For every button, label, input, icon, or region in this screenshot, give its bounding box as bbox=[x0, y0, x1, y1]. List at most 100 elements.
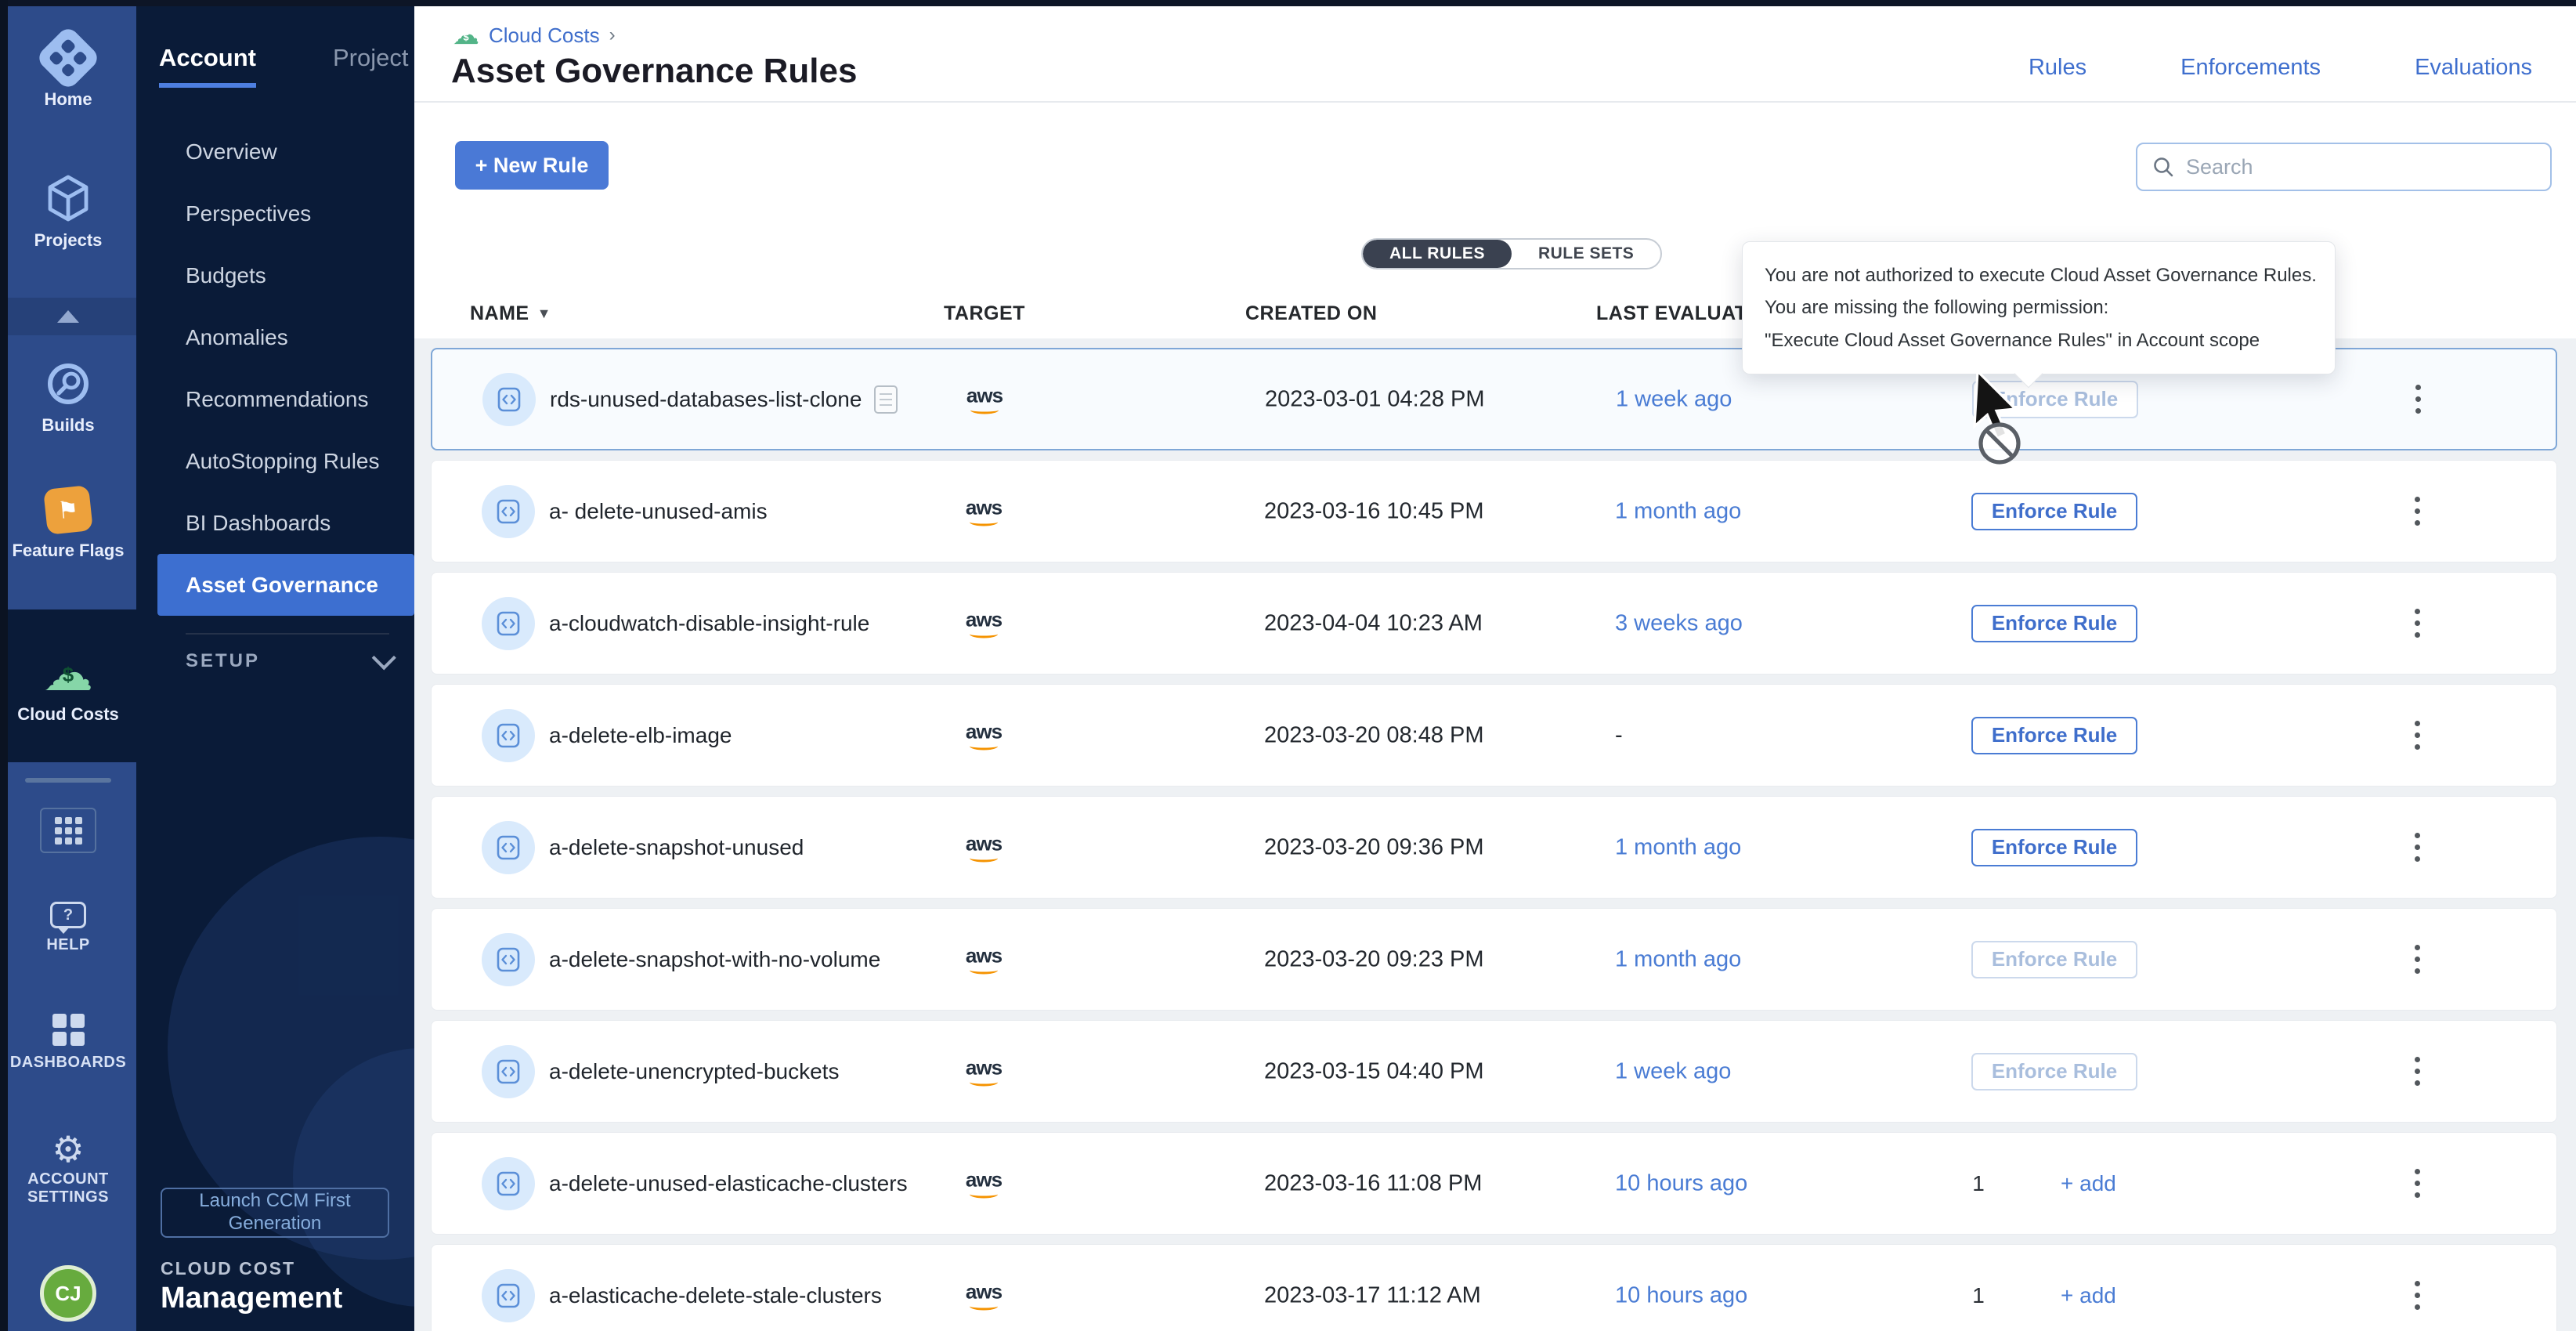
copy-icon[interactable] bbox=[874, 385, 898, 414]
rule-name: a-delete-unencrypted-buckets bbox=[549, 1059, 839, 1084]
tab-account[interactable]: Account bbox=[159, 44, 256, 88]
column-header-created-on: CREATED ON bbox=[1245, 302, 1377, 325]
rule-icon bbox=[482, 933, 535, 986]
header-link-enforcements[interactable]: Enforcements bbox=[2180, 55, 2321, 81]
header-link-evaluations[interactable]: Evaluations bbox=[2415, 55, 2532, 81]
tab-project[interactable]: Project bbox=[333, 44, 408, 88]
cloud-costs-icon: ☁$ bbox=[43, 648, 93, 698]
rule-name-cell: a-delete-unencrypted-buckets bbox=[549, 1059, 839, 1084]
rule-target: aws bbox=[945, 1281, 1023, 1310]
rule-icon bbox=[482, 597, 535, 650]
row-menu-button[interactable] bbox=[2405, 1160, 2429, 1207]
rail-item-account-settings[interactable]: ⚙ ACCOUNT SETTINGS bbox=[0, 1131, 136, 1206]
row-menu-button[interactable] bbox=[2406, 376, 2430, 423]
rule-target: aws bbox=[945, 1169, 1023, 1198]
rail-item-dashboards[interactable]: DASHBOARDS bbox=[0, 1014, 136, 1072]
tab-rule-sets[interactable]: RULE SETS bbox=[1512, 240, 1660, 268]
table-row[interactable]: a-delete-snapshot-unused aws 2023-03-20 … bbox=[431, 796, 2557, 899]
rule-target: aws bbox=[945, 1057, 1023, 1086]
add-enforcement-link[interactable]: + add bbox=[2061, 1283, 2116, 1308]
cube-icon bbox=[45, 174, 91, 222]
nav-item-perspectives[interactable]: Perspectives bbox=[136, 183, 414, 244]
row-menu-button[interactable] bbox=[2405, 936, 2429, 983]
table-row[interactable]: a-delete-unused-elasticache-clusters aws… bbox=[431, 1132, 2557, 1235]
table-row[interactable]: a-elasticache-delete-stale-clusters aws … bbox=[431, 1244, 2557, 1331]
enforce-rule-button[interactable]: Enforce Rule bbox=[1971, 1053, 2137, 1090]
brand-cloud-cost: CLOUD COST bbox=[161, 1258, 295, 1279]
aws-smile-icon bbox=[970, 630, 998, 638]
nav-item-recommendations[interactable]: Recommendations bbox=[136, 368, 414, 430]
aws-smile-icon bbox=[970, 1078, 998, 1086]
table-row[interactable]: a-cloudwatch-disable-insight-rule aws 20… bbox=[431, 572, 2557, 675]
enforce-rule-button[interactable]: Enforce Rule bbox=[1971, 605, 2137, 642]
enforcement-count: 1 bbox=[1943, 1171, 2014, 1196]
enforce-rule-button[interactable]: Enforce Rule bbox=[1971, 941, 2137, 978]
last-evaluation: 1 month ago bbox=[1615, 946, 1741, 972]
aws-logo: aws bbox=[966, 1169, 1002, 1189]
row-menu-button[interactable] bbox=[2405, 488, 2429, 535]
header-link-rules[interactable]: Rules bbox=[2029, 55, 2086, 81]
setup-label: SETUP bbox=[186, 650, 260, 672]
row-menu-button[interactable] bbox=[2405, 600, 2429, 647]
user-avatar[interactable]: CJ bbox=[40, 1265, 96, 1322]
nav-item-autostopping-rules[interactable]: AutoStopping Rules bbox=[136, 430, 414, 492]
aws-smile-icon bbox=[970, 518, 998, 526]
nav-item-overview[interactable]: Overview bbox=[136, 121, 414, 183]
sort-caret-icon: ▼ bbox=[537, 306, 551, 322]
add-enforcement-link[interactable]: + add bbox=[2061, 1171, 2116, 1196]
new-rule-button[interactable]: + New Rule bbox=[455, 141, 609, 190]
module-picker-button[interactable] bbox=[40, 808, 96, 853]
rail-item-builds[interactable]: Builds bbox=[0, 360, 136, 435]
rail-item-help[interactable]: ? HELP bbox=[0, 902, 136, 954]
setup-section-toggle[interactable]: SETUP bbox=[186, 650, 389, 672]
row-menu-button[interactable] bbox=[2405, 1272, 2429, 1319]
rail-item-home[interactable]: Home bbox=[0, 34, 136, 109]
nav-item-budgets[interactable]: Budgets bbox=[136, 244, 414, 306]
cloud-costs-breadcrumb-icon: ☁$ bbox=[453, 22, 479, 49]
created-on: 2023-03-17 11:12 AM bbox=[1264, 1282, 1481, 1308]
launch-ccm-first-gen-button[interactable]: Launch CCM First Generation bbox=[161, 1188, 389, 1238]
enforce-rule-button[interactable]: Enforce Rule bbox=[1971, 493, 2137, 530]
search-box bbox=[2136, 143, 2552, 191]
rail-item-feature-flags[interactable]: ⚑ Feature Flags bbox=[0, 487, 136, 560]
table-row[interactable]: a-delete-snapshot-with-no-volume aws 202… bbox=[431, 908, 2557, 1011]
nav-item-asset-governance[interactable]: Asset Governance bbox=[157, 554, 414, 616]
enforce-rule-button[interactable]: Enforce Rule bbox=[1971, 717, 2137, 754]
last-evaluation: 1 month ago bbox=[1615, 834, 1741, 860]
row-menu-button[interactable] bbox=[2405, 712, 2429, 759]
rule-name-cell: a-delete-snapshot-with-no-volume bbox=[549, 947, 880, 972]
rail-collapse-band[interactable] bbox=[0, 298, 136, 335]
builds-icon bbox=[45, 360, 92, 407]
aws-smile-icon bbox=[970, 406, 999, 414]
enforce-rule-button[interactable]: Enforce Rule bbox=[1971, 829, 2137, 866]
app-window: Home Projects Builds ⚑ Feature Flags bbox=[0, 0, 2576, 1331]
rule-name: a-delete-elb-image bbox=[549, 723, 732, 748]
enforcement-count: 1 bbox=[1943, 1283, 2014, 1308]
breadcrumb-cloud-costs-link[interactable]: Cloud Costs bbox=[489, 24, 600, 48]
rule-target: aws bbox=[945, 609, 1023, 638]
table-row[interactable]: a-delete-elb-image aws 2023-03-20 08:48 … bbox=[431, 684, 2557, 787]
enforce-rule-button[interactable]: Enforce Rule bbox=[1972, 381, 2138, 418]
tab-all-rules[interactable]: ALL RULES bbox=[1363, 240, 1512, 268]
search-input[interactable] bbox=[2186, 155, 2536, 179]
aws-logo: aws bbox=[966, 945, 1002, 965]
rule-icon bbox=[482, 821, 535, 874]
last-evaluation: 10 hours ago bbox=[1615, 1170, 1747, 1196]
aws-smile-icon bbox=[970, 854, 998, 862]
column-header-name[interactable]: NAME▼ bbox=[470, 302, 551, 325]
table-row[interactable]: a-delete-unencrypted-buckets aws 2023-03… bbox=[431, 1020, 2557, 1123]
created-on: 2023-03-16 10:45 PM bbox=[1264, 498, 1484, 524]
aws-smile-icon bbox=[970, 1190, 998, 1198]
rule-name: a-delete-unused-elasticache-clusters bbox=[549, 1171, 908, 1196]
rule-name-cell: a-elasticache-delete-stale-clusters bbox=[549, 1283, 882, 1308]
rail-item-projects[interactable]: Projects bbox=[0, 174, 136, 250]
header-divider bbox=[414, 101, 2576, 103]
row-menu-button[interactable] bbox=[2405, 824, 2429, 871]
rail-item-cloud-costs[interactable]: ☁$ Cloud Costs bbox=[0, 609, 136, 762]
rail-item-label: Projects bbox=[34, 230, 103, 250]
rule-name-cell: a- delete-unused-amis bbox=[549, 499, 768, 524]
nav-item-anomalies[interactable]: Anomalies bbox=[136, 306, 414, 368]
nav-item-bi-dashboards[interactable]: BI Dashboards bbox=[136, 492, 414, 554]
table-row[interactable]: a- delete-unused-amis aws 2023-03-16 10:… bbox=[431, 460, 2557, 562]
row-menu-button[interactable] bbox=[2405, 1048, 2429, 1095]
